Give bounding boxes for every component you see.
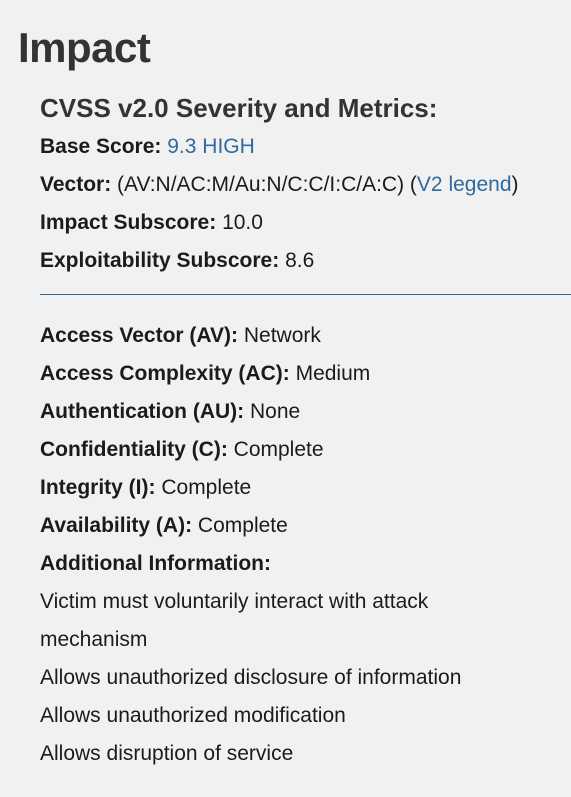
- base-score-row: Base Score: 9.3 HIGH: [40, 128, 571, 166]
- impact-subscore-row: Impact Subscore: 10.0: [40, 204, 571, 242]
- impact-subscore-label: Impact Subscore:: [40, 211, 217, 234]
- metric-row-confidentiality: Confidentiality (C): Complete: [40, 431, 571, 469]
- metric-value: Complete: [197, 514, 288, 537]
- metric-label: Authentication (AU):: [40, 400, 245, 423]
- metric-row-access-complexity: Access Complexity (AC): Medium: [40, 355, 571, 393]
- base-score-label: Base Score:: [40, 135, 162, 158]
- metric-value: None: [249, 400, 301, 423]
- metric-label: Integrity (I):: [40, 476, 156, 499]
- additional-info-line: Allows disruption of service: [40, 742, 294, 765]
- additional-info-line: Victim must voluntarily interact with at…: [40, 590, 429, 651]
- v2-legend-link[interactable]: V2 legend: [417, 173, 512, 196]
- metric-row-availability: Availability (A): Complete: [40, 507, 571, 545]
- vector-paren-close: ): [511, 173, 519, 196]
- metric-row-integrity: Integrity (I): Complete: [40, 469, 571, 507]
- metric-row-access-vector: Access Vector (AV): Network: [40, 317, 571, 355]
- vector-value: (AV:N/AC:M/Au:N/C:C/I:C/A:C): [117, 173, 405, 196]
- cvss-v2-title: CVSS v2.0 Severity and Metrics:: [40, 93, 438, 123]
- additional-info-label: Additional Information:: [40, 552, 271, 575]
- additional-info-row: Additional Information:: [40, 545, 571, 583]
- metric-value: Network: [243, 324, 321, 347]
- additional-info-line: Allows unauthorized modification: [40, 704, 346, 727]
- metric-label: Access Vector (AV):: [40, 324, 239, 347]
- metric-label: Availability (A):: [40, 514, 193, 537]
- impact-subscore-value: 10.0: [222, 211, 263, 234]
- metric-label: Access Complexity (AC):: [40, 362, 290, 385]
- base-score-link[interactable]: 9.3 HIGH: [167, 135, 255, 158]
- exploitability-subscore-value: 8.6: [285, 249, 315, 272]
- vector-paren-open: (: [409, 173, 417, 196]
- metric-value: Complete: [233, 438, 324, 461]
- vector-label: Vector:: [40, 173, 112, 196]
- exploitability-subscore-row: Exploitability Subscore: 8.6: [40, 242, 571, 280]
- impact-panel: Impact CVSS v2.0 Severity and Metrics: B…: [0, 0, 571, 797]
- section-divider: [40, 294, 571, 295]
- metric-row-authentication: Authentication (AU): None: [40, 393, 571, 431]
- metric-label: Confidentiality (C):: [40, 438, 228, 461]
- cvss-v2-section: CVSS v2.0 Severity and Metrics: Base Sco…: [40, 88, 571, 773]
- impact-heading: Impact: [18, 24, 151, 71]
- metric-value: Medium: [295, 362, 371, 385]
- additional-info-line: Allows unauthorized disclosure of inform…: [40, 666, 462, 689]
- exploitability-subscore-label: Exploitability Subscore:: [40, 249, 280, 272]
- metric-value: Complete: [161, 476, 252, 499]
- vector-row: Vector: (AV:N/AC:M/Au:N/C:C/I:C/A:C) (V2…: [40, 166, 571, 204]
